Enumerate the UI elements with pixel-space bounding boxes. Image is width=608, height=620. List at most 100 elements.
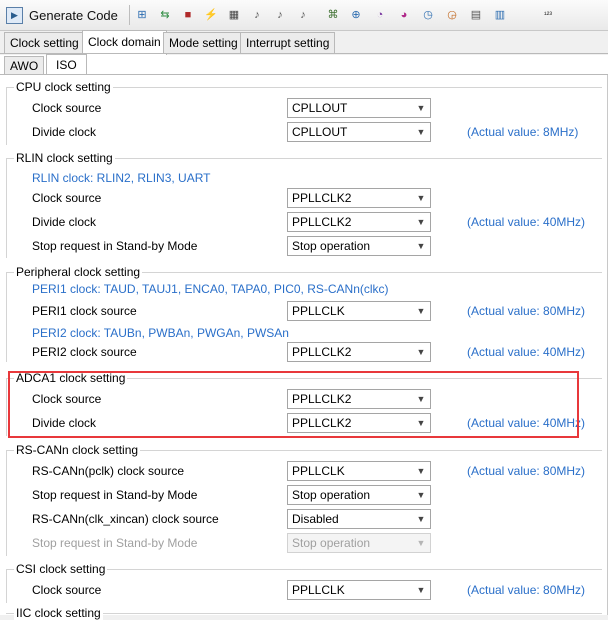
timer-icon[interactable]: ▦ [226,7,242,23]
group-vline [6,158,7,258]
rscan-stop-request-label: Stop request in Stand-by Mode [32,488,198,502]
select-value: PPLLCLK2 [292,345,352,359]
serial-icon[interactable]: ♪ [249,7,265,23]
csi-actual-value: (Actual value: 80MHz) [467,583,586,597]
cpu-clock-source-select[interactable]: CPLLOUT ▼ [287,98,431,118]
tab-interrupt-setting[interactable]: Interrupt setting [240,32,336,53]
group-vline [6,272,7,362]
peri1-clock-source-label: PERI1 clock source [32,304,137,318]
chevron-down-icon: ▼ [416,585,426,595]
clock-domain-panel: CPU clock setting Clock source CPLLOUT ▼ … [0,75,608,620]
chevron-down-icon: ▼ [416,514,426,524]
peri2-clock-source-select[interactable]: PPLLCLK2 ▼ [287,342,431,362]
chevron-down-icon: ▼ [416,466,426,476]
chevron-down-icon: ▼ [416,127,426,137]
grid-icon[interactable]: ▥ [492,7,508,23]
subtab-awo[interactable]: AWO [4,56,45,75]
interrupt-icon[interactable]: ⚡ [203,7,219,23]
rscan-xincan-select[interactable]: Disabled ▼ [287,509,431,529]
generate-code-icon: ▶ [6,7,23,24]
select-value: PPLLCLK2 [292,191,352,205]
generate-code-label: Generate Code [29,8,118,23]
rlin-actual-value: (Actual value: 40MHz) [467,215,586,229]
generate-code-button[interactable]: ▶ Generate Code [6,5,118,26]
rlin-stop-request-label: Stop request in Stand-by Mode [32,239,198,253]
select-value: PPLLCLK [292,583,345,597]
csi-clock-source-select[interactable]: PPLLCLK ▼ [287,580,431,600]
chevron-down-icon: ▼ [416,347,426,357]
main-tabs: Clock setting Clock domain Mode setting … [0,30,608,55]
tab-clock-domain[interactable]: Clock domain [82,30,167,55]
peri1-actual-value: (Actual value: 80MHz) [467,304,586,318]
cpu-divide-clock-label: Divide clock [32,125,97,139]
tab-mode-setting[interactable]: Mode setting [163,32,244,53]
rlin-clock-source-select[interactable]: PPLLCLK2 ▼ [287,188,431,208]
clock-icon[interactable]: ◔ [372,7,388,23]
table-icon[interactable]: ▤ [468,7,484,23]
rlin-stop-request-select[interactable]: Stop operation ▼ [287,236,431,256]
select-value: Stop operation [292,536,371,550]
peri1-note: PERI1 clock: TAUD, TAUJ1, ENCA0, TAPA0, … [32,282,389,296]
network-icon[interactable]: ⌘ [325,7,341,23]
group-vline [6,450,7,556]
cpu-clock-source-label: Clock source [32,101,102,115]
chevron-down-icon: ▼ [416,538,426,548]
select-value: CPLLOUT [292,125,348,139]
rlin-divide-clock-select[interactable]: PPLLCLK2 ▼ [287,212,431,232]
toolbar-separator [129,5,130,25]
cpu-group-title: CPU clock setting [14,80,113,94]
group-vline [6,87,7,145]
chevron-down-icon: ▼ [416,241,426,251]
rscan-xincan-label: RS-CANn(clk_xincan) clock source [32,512,219,526]
highlight-box [8,371,579,438]
rscan-stop-request2-select: Stop operation ▼ [287,533,431,553]
serial2-icon[interactable]: ♪ [272,7,288,23]
counter-icon[interactable]: ¹²³ [540,7,556,23]
rtc-icon[interactable]: ◶ [444,7,460,23]
chevron-down-icon: ▼ [416,306,426,316]
subtab-iso[interactable]: ISO [46,54,87,75]
select-value: Stop operation [292,488,371,502]
iic-group-title: IIC clock setting [14,606,103,620]
rlin-divide-clock-label: Divide clock [32,215,97,229]
select-value: PPLLCLK2 [292,215,352,229]
select-value: PPLLCLK [292,304,345,318]
rlin-group-title: RLIN clock setting [14,151,115,165]
cpu-divide-clock-select[interactable]: CPLLOUT ▼ [287,122,431,142]
peri2-note: PERI2 clock: TAUBn, PWBAn, PWGAn, PWSAn [32,326,289,340]
pin-config-icon[interactable]: ⊞ [134,7,150,23]
peri2-actual-value: (Actual value: 40MHz) [467,345,586,359]
select-value: Disabled [292,512,339,526]
rscan-pclk-label: RS-CANn(pclk) clock source [32,464,185,478]
csi-group-title: CSI clock setting [14,562,108,576]
select-value: PPLLCLK [292,464,345,478]
tabs-divider [0,53,608,54]
peri-group-title: Peripheral clock setting [14,265,143,279]
clock2-icon[interactable]: ◕ [396,7,412,23]
serial3-icon[interactable]: ♪ [295,7,311,23]
rscan-pclk-select[interactable]: PPLLCLK ▼ [287,461,431,481]
sub-tabs: AWO ISO [0,54,608,75]
rscan-group-title: RS-CANn clock setting [14,443,141,457]
peri1-clock-source-select[interactable]: PPLLCLK ▼ [287,301,431,321]
toolbar: ▶ Generate Code ⊞ ⇆ ■ ⚡ ▦ ♪ ♪ ♪ ⌘ ⊕ ◔ ◕ ◷ ◶ ▤ ▥ ¹²³ [0,0,608,31]
cpu-actual-value: (Actual value: 8MHz) [467,125,579,139]
select-value: CPLLOUT [292,101,348,115]
peri2-clock-source-label: PERI2 clock source [32,345,137,359]
rlin-clock-source-label: Clock source [32,191,102,205]
group-vline [6,378,7,436]
port-icon[interactable]: ⇆ [157,7,173,23]
chevron-down-icon: ▼ [416,217,426,227]
rlin-note: RLIN clock: RLIN2, RLIN3, UART [32,171,211,185]
csi-clock-source-label: Clock source [32,583,102,597]
dma-icon[interactable]: ⊕ [348,7,364,23]
group-vline [6,569,7,603]
chevron-down-icon: ▼ [416,193,426,203]
tab-clock-setting[interactable]: Clock setting [4,32,85,53]
watchdog-icon[interactable]: ◷ [420,7,436,23]
chevron-down-icon: ▼ [416,490,426,500]
chevron-down-icon: ▼ [416,103,426,113]
rscan-stop-request2-label: Stop request in Stand-by Mode [32,536,198,550]
chip-icon[interactable]: ■ [180,7,196,23]
rscan-stop-request-select[interactable]: Stop operation ▼ [287,485,431,505]
